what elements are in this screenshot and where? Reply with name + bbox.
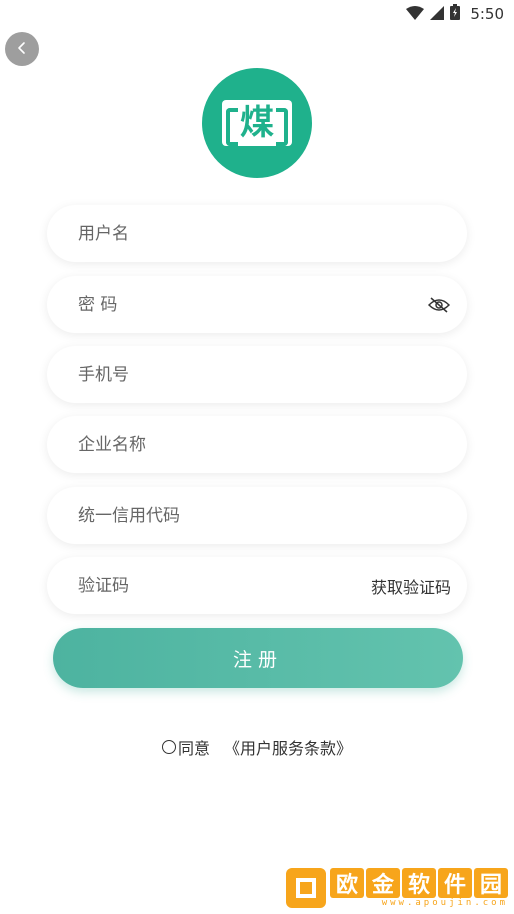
watermark-logo <box>286 868 326 908</box>
battery-icon <box>450 4 461 24</box>
logo-char: 煤 <box>240 103 274 143</box>
terms-link[interactable]: 《用户服务条款》 <box>224 735 352 759</box>
watermark: 欧 金 软 件 园 www.apoujin.com <box>286 868 508 908</box>
eye-off-icon[interactable] <box>427 296 451 314</box>
company-name-input[interactable] <box>76 433 451 456</box>
agree-radio[interactable] <box>161 740 176 754</box>
watermark-char: 金 <box>366 868 400 898</box>
get-code-button[interactable]: 获取验证码 <box>371 574 451 598</box>
watermark-title: 欧 金 软 件 园 <box>330 868 508 898</box>
phone-field-container <box>47 346 467 403</box>
clock: 5:50 <box>470 5 504 23</box>
status-icons: 5:50 <box>406 4 504 24</box>
back-button[interactable] <box>5 32 39 66</box>
signal-icon <box>430 5 445 24</box>
wifi-icon <box>406 5 425 24</box>
watermark-url: www.apoujin.com <box>381 898 508 908</box>
password-input[interactable] <box>76 293 427 316</box>
app-logo: 煤 <box>202 68 312 178</box>
logo-bracket-right <box>276 108 288 146</box>
agree-label: 同意 <box>177 739 210 758</box>
username-input[interactable] <box>76 222 451 245</box>
username-field-container <box>47 205 467 262</box>
credit-code-input[interactable] <box>76 504 451 527</box>
phone-input[interactable] <box>76 363 451 386</box>
watermark-char: 件 <box>438 868 472 898</box>
password-field-container <box>47 276 467 333</box>
verify-code-input[interactable] <box>76 574 371 597</box>
agreement-row: 同意 《用户服务条款》 <box>0 735 514 759</box>
verify-code-field-container: 获取验证码 <box>47 557 467 614</box>
watermark-char: 欧 <box>330 868 364 898</box>
credit-code-field-container <box>47 487 467 544</box>
register-button[interactable]: 注册 <box>53 628 463 688</box>
watermark-char: 软 <box>402 868 436 898</box>
status-bar: 5:50 <box>0 0 514 28</box>
watermark-char: 园 <box>474 868 508 898</box>
chevron-left-icon <box>15 40 29 59</box>
logo-badge: 煤 <box>222 100 292 146</box>
logo-bracket-left <box>226 108 238 146</box>
company-field-container <box>47 416 467 473</box>
